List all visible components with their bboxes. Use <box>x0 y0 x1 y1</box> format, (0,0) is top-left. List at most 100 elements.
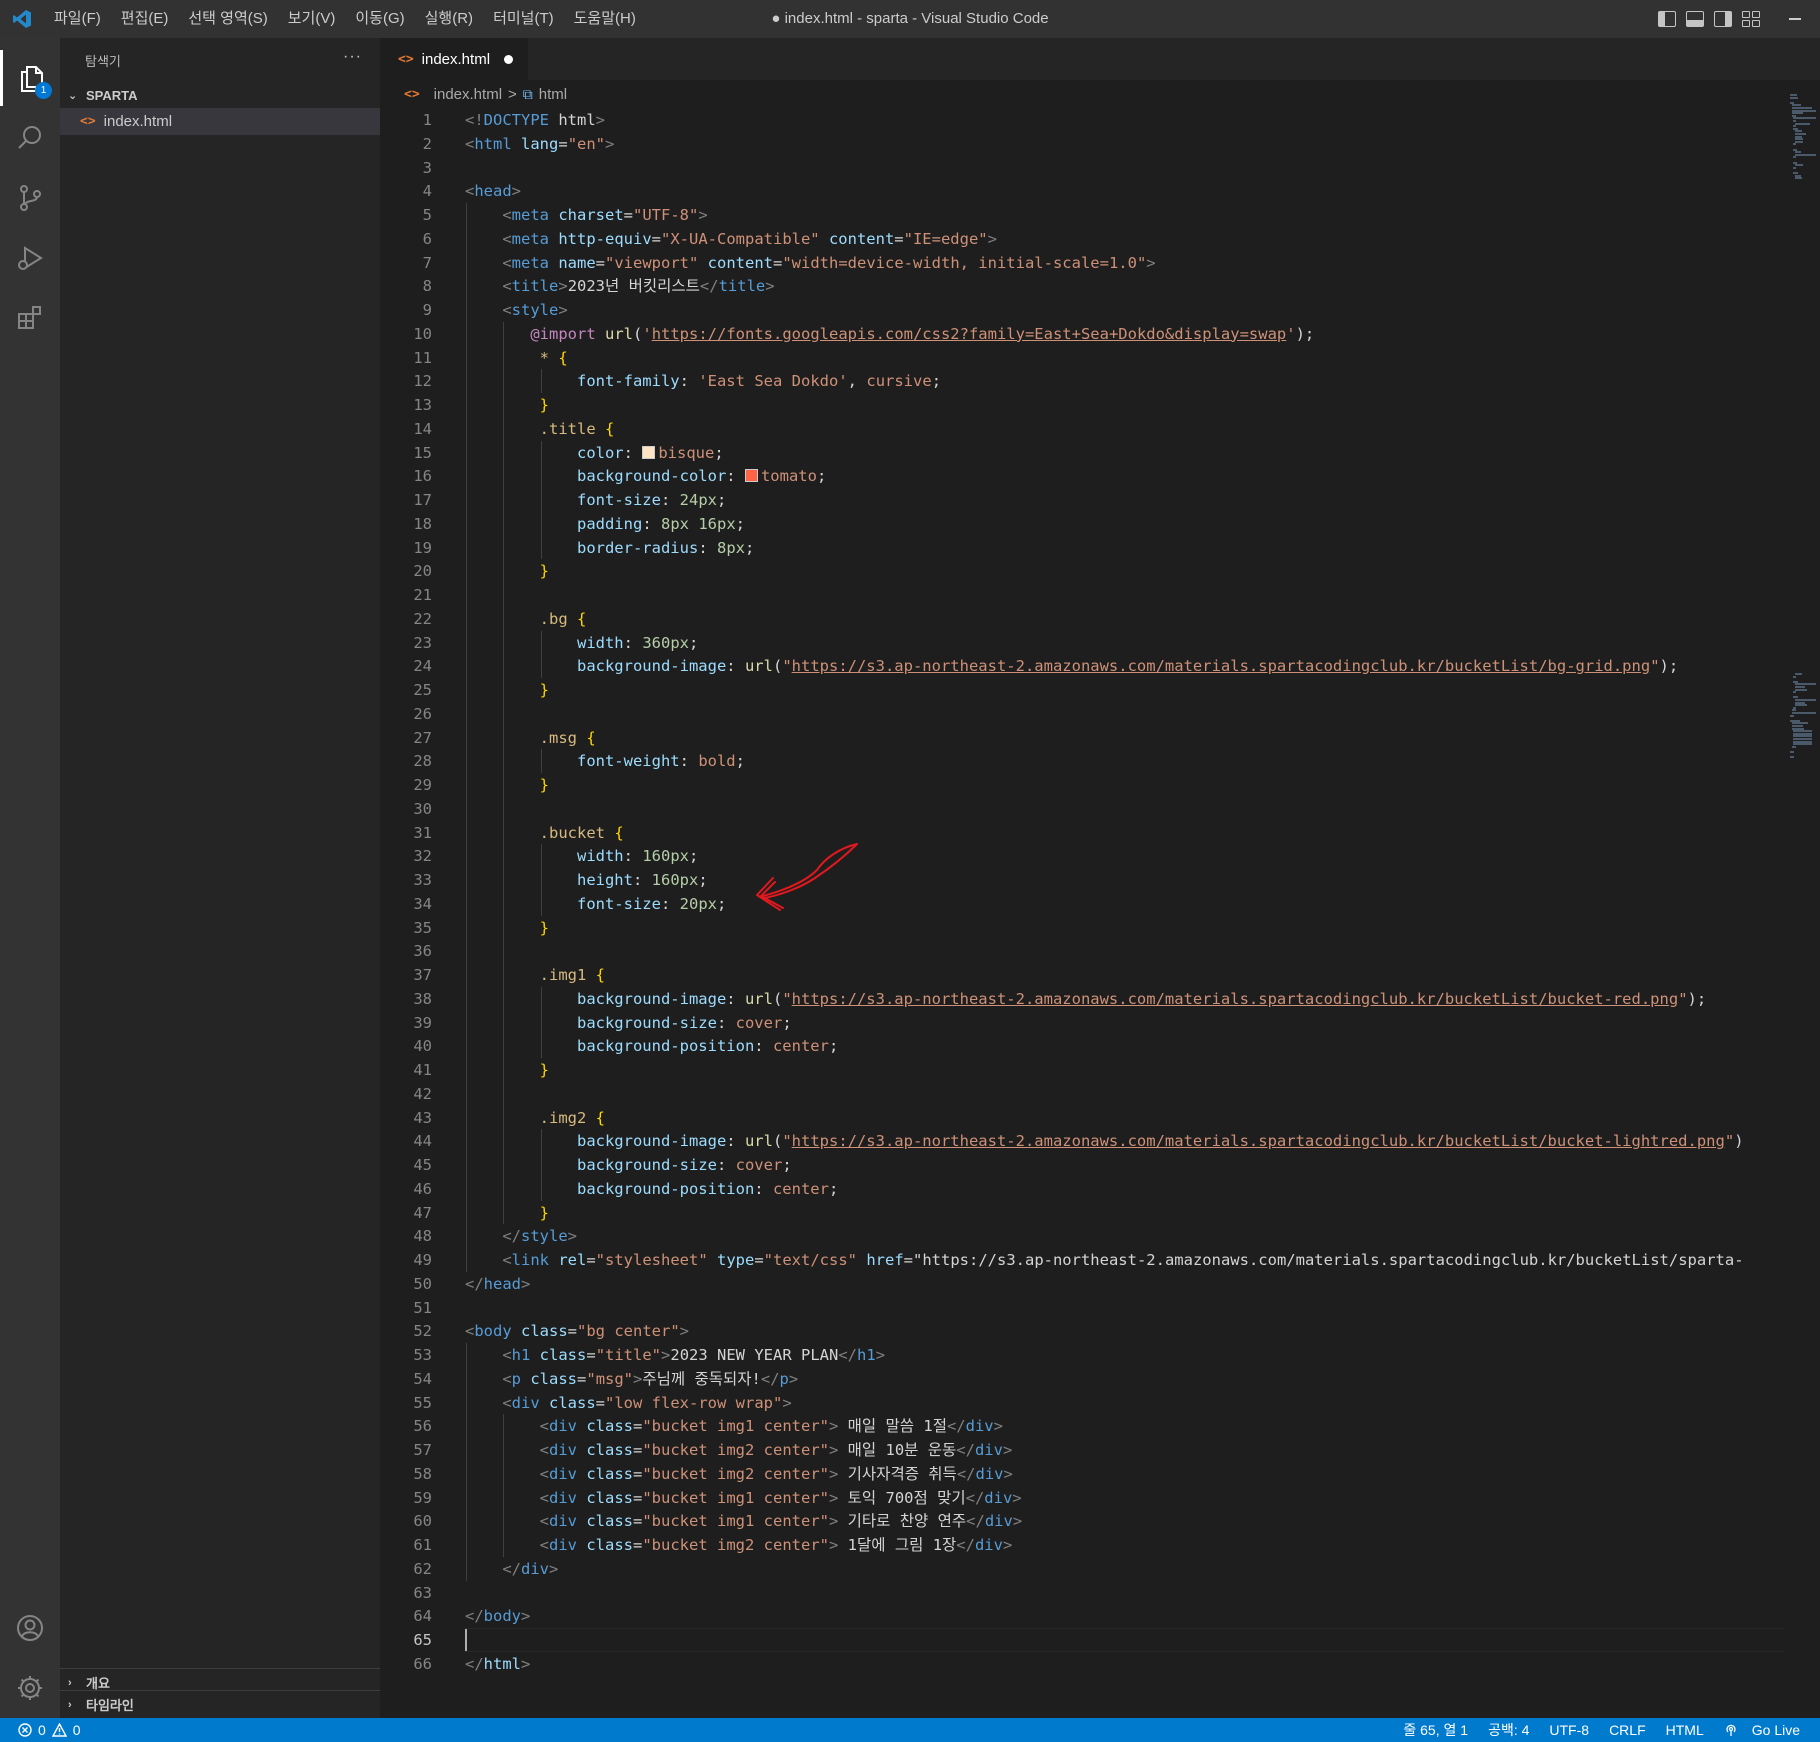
line-ending[interactable]: CRLF <box>1599 1722 1656 1738</box>
code-line[interactable]: 48 </style> <box>380 1224 1786 1248</box>
code-line[interactable]: 42 <box>380 1082 1786 1106</box>
color-swatch[interactable] <box>744 469 758 483</box>
color-swatch[interactable] <box>642 445 656 459</box>
code-line[interactable]: 38 background-image: url("https://s3.ap-… <box>380 987 1786 1011</box>
code-line[interactable]: 11 * { <box>380 346 1786 370</box>
code-line[interactable]: 31 .bucket { <box>380 821 1786 845</box>
code-line[interactable]: 51 <box>380 1296 1786 1320</box>
code-line[interactable]: 17 font-size: 24px; <box>380 488 1786 512</box>
code-line[interactable]: 30 <box>380 797 1786 821</box>
toggle-primary-sidebar-icon[interactable] <box>1658 11 1676 27</box>
code-line[interactable]: 3 <box>380 156 1786 180</box>
toggle-secondary-sidebar-icon[interactable] <box>1714 11 1732 27</box>
minimize-button[interactable] <box>1770 0 1820 38</box>
code-line[interactable]: 27 .msg { <box>380 726 1786 750</box>
code-line[interactable]: 49 <link rel="stylesheet" type="text/css… <box>380 1248 1786 1272</box>
code-line[interactable]: 33 height: 160px; <box>380 868 1786 892</box>
code-line[interactable]: 9 <style> <box>380 298 1786 322</box>
breadcrumb-symbol[interactable]: html <box>539 86 567 103</box>
tab-index-html[interactable]: <> index.html <box>380 38 528 80</box>
code-line[interactable]: 59 <div class="bucket img1 center"> 토익 7… <box>380 1486 1786 1510</box>
language-mode[interactable]: HTML <box>1656 1722 1714 1738</box>
code-line[interactable]: 29 } <box>380 773 1786 797</box>
code-line[interactable]: 20 } <box>380 559 1786 583</box>
menu-view[interactable]: 보기(V) <box>278 0 346 38</box>
menu-help[interactable]: 도움말(H) <box>564 0 646 38</box>
manage-button[interactable] <box>0 1660 60 1716</box>
code-line[interactable]: 10 @import url('https://fonts.googleapis… <box>380 322 1786 346</box>
code-line[interactable]: 63 <box>380 1581 1786 1605</box>
code-line[interactable]: 46 background-position: center; <box>380 1177 1786 1201</box>
code-line[interactable]: 28 font-weight: bold; <box>380 749 1786 773</box>
menu-file[interactable]: 파일(F) <box>44 0 111 38</box>
code-line[interactable]: 24 background-image: url("https://s3.ap-… <box>380 654 1786 678</box>
folder-sparta[interactable]: ⌄ SPARTA <box>60 82 380 108</box>
code-line[interactable]: 15 color: bisque; <box>380 441 1786 465</box>
code-line[interactable]: 39 background-size: cover; <box>380 1011 1786 1035</box>
menu-selection[interactable]: 선택 영역(S) <box>178 0 277 38</box>
code-line[interactable]: 32 width: 160px; <box>380 844 1786 868</box>
code-line[interactable]: 23 width: 360px; <box>380 631 1786 655</box>
code-line[interactable]: 64 </body> <box>380 1604 1786 1628</box>
code-line[interactable]: 14 .title { <box>380 417 1786 441</box>
extensions-button[interactable] <box>0 290 60 346</box>
code-editor[interactable]: 1 <!DOCTYPE html> 2 <html lang="en"> 3 4 <head… <box>380 108 1786 1718</box>
code-line[interactable]: 47 } <box>380 1201 1786 1225</box>
menu-terminal[interactable]: 터미널(T) <box>483 0 564 38</box>
breadcrumb-file[interactable]: index.html <box>434 86 502 103</box>
menu-edit[interactable]: 편집(E) <box>111 0 179 38</box>
search-button[interactable] <box>0 110 60 166</box>
file-item-index-html[interactable]: <> index.html <box>60 108 380 135</box>
code-line[interactable]: 52 <body class="bg center"> <box>380 1319 1786 1343</box>
code-line[interactable]: 12 font-family: 'East Sea Dokdo', cursiv… <box>380 369 1786 393</box>
code-line[interactable]: 57 <div class="bucket img2 center"> 매일 1… <box>380 1438 1786 1462</box>
code-line[interactable]: 4 <head> <box>380 179 1786 203</box>
cursor-position[interactable]: 줄 65, 열 1 <box>1393 1720 1478 1740</box>
unsaved-dot-icon[interactable] <box>504 55 514 64</box>
code-line[interactable]: 22 .bg { <box>380 607 1786 631</box>
indentation[interactable]: 공백: 4 <box>1478 1720 1539 1740</box>
code-line[interactable]: 25 } <box>380 678 1786 702</box>
code-line[interactable]: 13 } <box>380 393 1786 417</box>
code-line[interactable]: 7 <meta name="viewport" content="width=d… <box>380 251 1786 275</box>
run-debug-button[interactable] <box>0 230 60 286</box>
code-line[interactable]: 56 <div class="bucket img1 center"> 매일 말… <box>380 1414 1786 1438</box>
explorer-button[interactable]: 1 <box>0 50 60 106</box>
code-line[interactable]: 18 padding: 8px 16px; <box>380 512 1786 536</box>
code-line[interactable]: 19 border-radius: 8px; <box>380 536 1786 560</box>
encoding[interactable]: UTF-8 <box>1539 1722 1599 1738</box>
code-line[interactable]: 26 <box>380 702 1786 726</box>
code-line[interactable]: 1 <!DOCTYPE html> <box>380 108 1786 132</box>
menu-run[interactable]: 실행(R) <box>415 0 483 38</box>
code-line[interactable]: 53 <h1 class="title">2023 NEW YEAR PLAN<… <box>380 1343 1786 1367</box>
timeline-section[interactable]: › 타임라인 <box>60 1690 380 1718</box>
code-line[interactable]: 2 <html lang="en"> <box>380 132 1786 156</box>
code-line[interactable]: 5 <meta charset="UTF-8"> <box>380 203 1786 227</box>
code-line[interactable]: 6 <meta http-equiv="X-UA-Compatible" con… <box>380 227 1786 251</box>
go-live-button[interactable]: Go Live <box>1714 1722 1820 1738</box>
code-line[interactable]: 16 background-color: tomato; <box>380 464 1786 488</box>
menu-go[interactable]: 이동(G) <box>345 0 414 38</box>
code-line[interactable]: 43 .img2 { <box>380 1106 1786 1130</box>
code-line[interactable]: 34 font-size: 20px; <box>380 892 1786 916</box>
code-line[interactable]: 62 </div> <box>380 1557 1786 1581</box>
code-line[interactable]: 36 <box>380 939 1786 963</box>
code-line[interactable]: 61 <div class="bucket img2 center"> 1달에 … <box>380 1533 1786 1557</box>
code-line[interactable]: 37 .img1 { <box>380 963 1786 987</box>
code-line[interactable]: 50 </head> <box>380 1272 1786 1296</box>
code-line[interactable]: 58 <div class="bucket img2 center"> 기사자격… <box>380 1462 1786 1486</box>
problems-indicator[interactable]: 0 0 <box>18 1718 81 1742</box>
code-line[interactable]: 55 <div class="low flex-row wrap"> <box>380 1391 1786 1415</box>
minimap[interactable] <box>1786 94 1820 1718</box>
code-line[interactable]: 8 <title>2023년 버킷리스트</title> <box>380 274 1786 298</box>
code-line[interactable]: 60 <div class="bucket img1 center"> 기타로 … <box>380 1509 1786 1533</box>
code-line[interactable]: 44 background-image: url("https://s3.ap-… <box>380 1129 1786 1153</box>
more-actions-icon[interactable]: ··· <box>343 48 362 66</box>
code-line[interactable]: 41 } <box>380 1058 1786 1082</box>
accounts-button[interactable] <box>0 1600 60 1656</box>
code-line[interactable]: 65 <box>380 1628 1786 1652</box>
customize-layout-icon[interactable] <box>1742 11 1760 27</box>
code-line[interactable]: 66 </html> <box>380 1652 1786 1676</box>
code-line[interactable]: 54 <p class="msg">주님께 중독되자!</p> <box>380 1367 1786 1391</box>
source-control-button[interactable] <box>0 170 60 226</box>
